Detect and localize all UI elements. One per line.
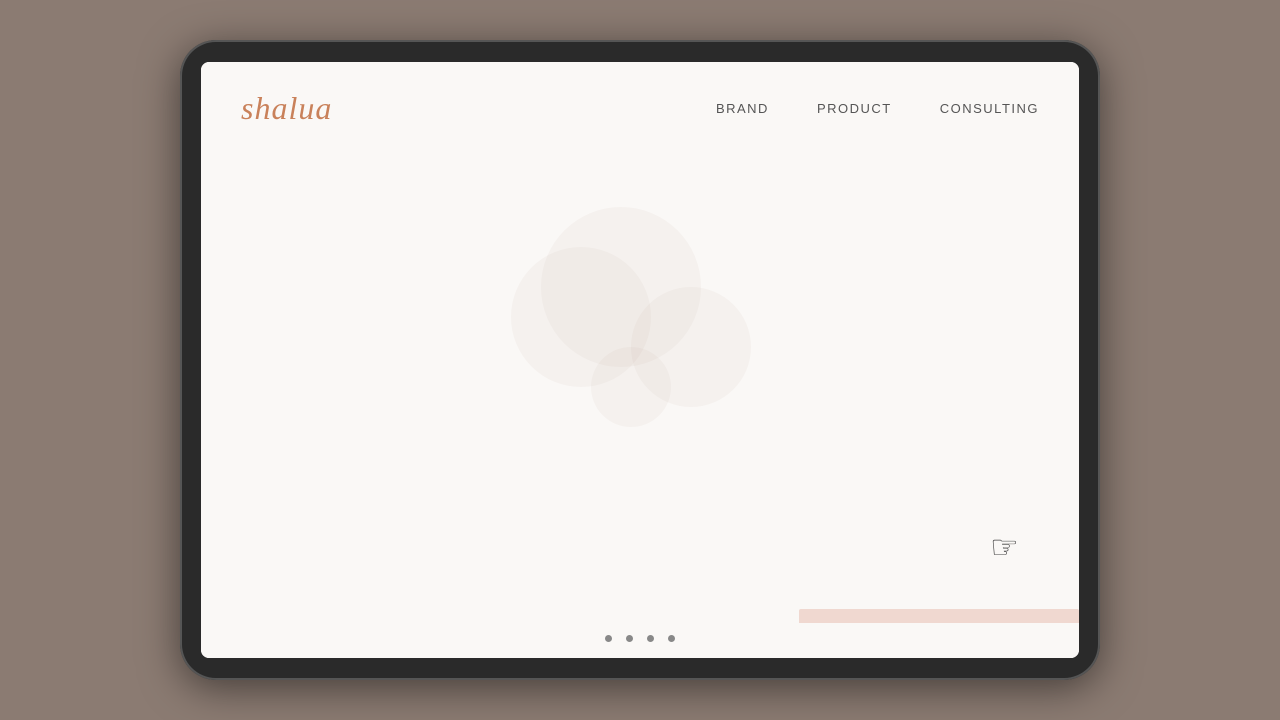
nav-consulting[interactable]: CONSULTING xyxy=(940,101,1039,116)
cursor-pointer: ☜ xyxy=(990,531,1019,563)
nav-brand[interactable]: BRAND xyxy=(716,101,769,116)
pagination-dot-4[interactable] xyxy=(668,635,675,642)
main-nav: BRAND PRODUCT CONSULTING xyxy=(716,101,1039,116)
pagination-dot-2[interactable] xyxy=(626,635,633,642)
site-logo[interactable]: shalua xyxy=(241,90,332,127)
tablet-screen: shalua BRAND PRODUCT CONSULTING ☜ xyxy=(201,62,1079,658)
nav-product[interactable]: PRODUCT xyxy=(817,101,892,116)
bottom-partial-element xyxy=(799,609,1079,623)
pagination-dot-3[interactable] xyxy=(647,635,654,642)
pagination-dots xyxy=(201,623,1079,658)
main-content: ☜ xyxy=(201,147,1079,623)
pagination-dot-1[interactable] xyxy=(605,635,612,642)
header: shalua BRAND PRODUCT CONSULTING xyxy=(201,62,1079,147)
tablet-device: shalua BRAND PRODUCT CONSULTING ☜ xyxy=(180,40,1100,680)
deco-bg-4 xyxy=(511,247,651,387)
